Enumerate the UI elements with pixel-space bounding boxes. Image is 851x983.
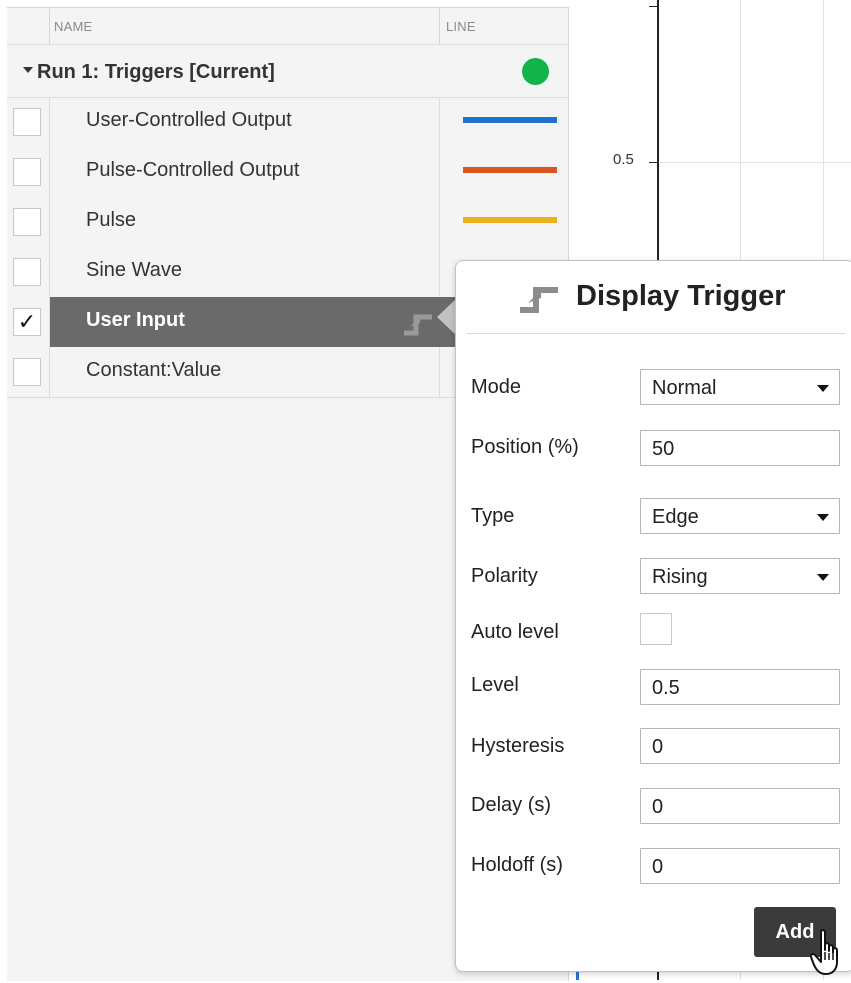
- signal-label: Sine Wave: [86, 259, 182, 281]
- auto-level-checkbox[interactable]: [640, 613, 672, 645]
- grid-line: [659, 162, 851, 163]
- chevron-down-icon: [817, 574, 829, 581]
- polarity-select[interactable]: Rising: [640, 558, 840, 594]
- signal-label: User Input: [86, 309, 185, 331]
- line-swatch[interactable]: [463, 117, 557, 123]
- position-field[interactable]: 50: [640, 430, 840, 466]
- mode-value: Normal: [652, 377, 717, 399]
- run-label: Run 1: Triggers [Current]: [37, 61, 275, 83]
- column-divider: [439, 147, 440, 197]
- checkbox-cell: ✓: [7, 297, 50, 347]
- popup-title: Display Trigger: [576, 280, 786, 312]
- popup-header: Display Trigger: [466, 261, 846, 334]
- chevron-down-icon: [817, 514, 829, 521]
- signal-row[interactable]: Pulse-Controlled Output: [7, 147, 568, 197]
- holdoff-value: 0: [652, 856, 664, 878]
- type-select[interactable]: Edge: [640, 498, 840, 534]
- column-divider: [439, 8, 440, 44]
- axis-tick: [649, 6, 657, 7]
- signal-row[interactable]: Pulse: [7, 197, 568, 247]
- collapse-caret-icon[interactable]: [23, 67, 33, 73]
- signal-checkbox[interactable]: [13, 258, 41, 286]
- column-divider: [439, 197, 440, 247]
- display-trigger-popup: Display Trigger Mode Normal Position (%)…: [455, 260, 851, 972]
- holdoff-label: Holdoff (s): [471, 854, 563, 876]
- run-row[interactable]: Run 1: Triggers [Current]: [7, 45, 568, 98]
- chevron-down-icon: [817, 385, 829, 392]
- position-value: 50: [652, 438, 675, 460]
- delay-field[interactable]: 0: [640, 788, 840, 824]
- checkbox-cell: [7, 197, 50, 247]
- level-value: 0.5: [652, 677, 680, 699]
- delay-label: Delay (s): [471, 794, 552, 816]
- table-header: NAME LINE: [7, 8, 568, 45]
- checkbox-cell: [7, 97, 50, 147]
- signal-checkbox[interactable]: [13, 208, 41, 236]
- popup-pointer: [437, 299, 456, 335]
- auto-level-label: Auto level: [471, 621, 559, 643]
- hysteresis-value: 0: [652, 736, 664, 758]
- column-header-name[interactable]: NAME: [54, 19, 92, 34]
- signal-checkbox[interactable]: [13, 358, 41, 386]
- signal-row[interactable]: User-Controlled Output: [7, 97, 568, 147]
- holdoff-field[interactable]: 0: [640, 848, 840, 884]
- signal-checkbox-checked[interactable]: ✓: [13, 308, 41, 336]
- trigger-icon[interactable]: [402, 309, 436, 342]
- mode-select[interactable]: Normal: [640, 369, 840, 405]
- level-field[interactable]: 0.5: [640, 669, 840, 705]
- type-value: Edge: [652, 506, 699, 528]
- line-swatch[interactable]: [463, 217, 557, 223]
- signal-label: Constant:Value: [86, 359, 222, 381]
- signal-label: User-Controlled Output: [86, 109, 292, 131]
- checkbox-cell: [7, 147, 50, 197]
- delay-value: 0: [652, 796, 664, 818]
- column-divider: [439, 347, 440, 397]
- signal-label: Pulse: [86, 209, 137, 231]
- column-divider: [439, 247, 440, 297]
- axis-tick: [649, 162, 657, 163]
- trigger-icon: [518, 281, 562, 320]
- column-divider: [439, 97, 440, 147]
- signal-label: Pulse-Controlled Output: [86, 159, 300, 181]
- polarity-value: Rising: [652, 566, 708, 588]
- type-label: Type: [471, 505, 515, 527]
- hysteresis-label: Hysteresis: [471, 735, 565, 757]
- hysteresis-field[interactable]: 0: [640, 728, 840, 764]
- signal-checkbox[interactable]: [13, 108, 41, 136]
- signal-checkbox[interactable]: [13, 158, 41, 186]
- level-label: Level: [471, 674, 519, 696]
- mode-label: Mode: [471, 376, 522, 398]
- line-swatch[interactable]: [463, 167, 557, 173]
- polarity-label: Polarity: [471, 565, 538, 587]
- column-divider: [49, 8, 50, 44]
- column-header-line[interactable]: LINE: [446, 19, 476, 34]
- hand-pointer-icon: [809, 928, 846, 983]
- checkbox-cell: [7, 247, 50, 297]
- position-label: Position (%): [471, 436, 579, 458]
- run-status-dot: [522, 58, 549, 85]
- checkbox-cell: [7, 347, 50, 397]
- tick-label: 0.5: [613, 151, 634, 168]
